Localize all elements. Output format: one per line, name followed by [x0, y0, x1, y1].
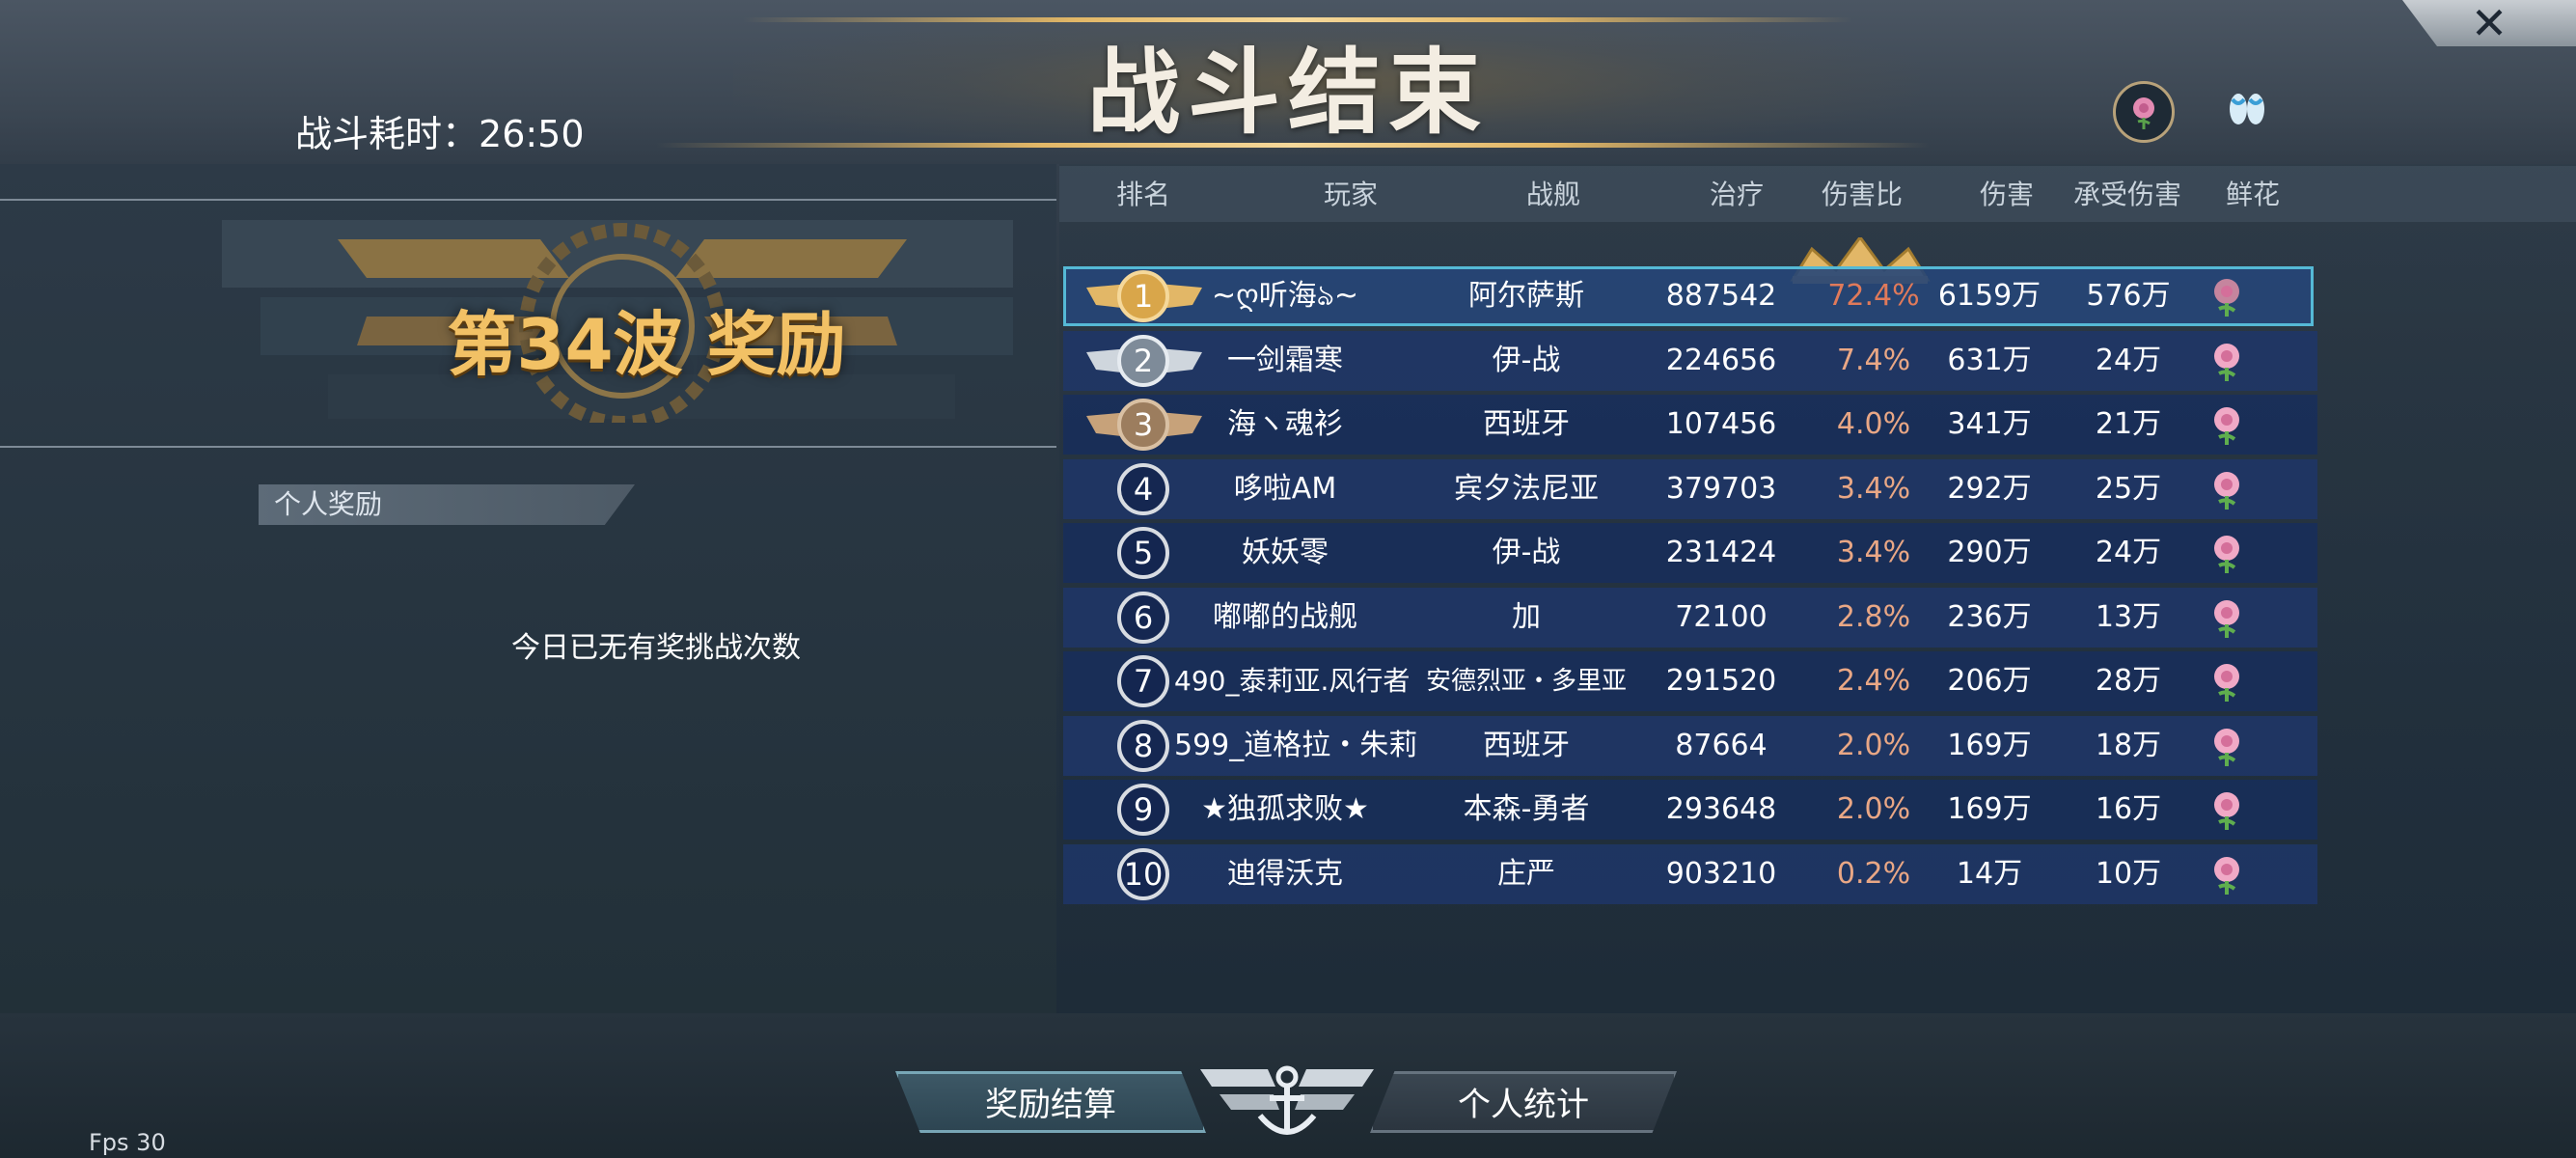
cell-player: 妖妖零	[1242, 536, 1329, 569]
rank-badge: 2	[1117, 334, 1169, 387]
table-row[interactable]: 2 一剑霜寒 伊-战 224656 7.4% 631万 24万	[1063, 330, 2317, 391]
table-row[interactable]: 1 ~ღ听海ঌ~ 阿尔萨斯 887542 72.4% 6159万 576万	[1063, 266, 2317, 326]
header-heal: 治疗	[1709, 179, 1764, 210]
cell-player: 490_泰莉亚.风行者	[1174, 665, 1411, 697]
tab-personal-reward[interactable]: 个人奖励	[259, 484, 635, 525]
table-row[interactable]: 5 妖妖零 伊-战 231424 3.4% 290万 24万	[1063, 523, 2317, 583]
reward-settle-button[interactable]: 奖励结算	[895, 1071, 1206, 1133]
anchor-emblem-icon	[1200, 1065, 1374, 1135]
rose-flower-icon[interactable]	[2205, 274, 2249, 318]
battle-time: 战斗耗时：26:50	[295, 104, 585, 157]
divider-top	[0, 199, 1056, 201]
wave-reward-title: 第34波 奖励	[447, 304, 846, 385]
table-row[interactable]: 10 迪得沃克 庄严 903210 0.2% 14万 10万	[1063, 843, 2317, 904]
cell-player: 599_道格拉・朱莉	[1174, 728, 1418, 762]
cell-taken: 21万	[2095, 407, 2162, 441]
close-icon: ✕	[2470, 0, 2508, 49]
cell-ship: 安德烈亚・多里亚	[1425, 667, 1627, 696]
rose-flower-icon[interactable]	[2205, 467, 2249, 511]
fps-counter: Fps 30	[89, 1129, 166, 1156]
rank-badge: 1	[1117, 270, 1169, 322]
cell-ship: 西班牙	[1483, 728, 1570, 762]
rose-flower-icon[interactable]	[2205, 402, 2249, 447]
cell-player: 一剑霜寒	[1227, 343, 1343, 377]
rose-flower-icon[interactable]	[2205, 724, 2249, 768]
rank-badge: 9	[1117, 784, 1169, 836]
table-row[interactable]: 9 ★独孤求败★ 本森-勇者 293648 2.0% 169万 16万	[1063, 780, 2317, 840]
cell-taken: 28万	[2095, 664, 2162, 698]
rank-badge: 6	[1117, 591, 1169, 644]
no-reward-message: 今日已无有奖挑战次数	[511, 631, 801, 665]
rose-flower-icon[interactable]	[2205, 339, 2249, 383]
header-damage: 伤害	[1979, 179, 2034, 210]
cell-ship: 庄严	[1497, 856, 1555, 891]
cell-ship: 西班牙	[1483, 407, 1570, 441]
rank-badge: 7	[1117, 655, 1169, 707]
table-row[interactable]: 4 哆啦AM 宾夕法尼亚 379703 3.4% 292万 25万	[1063, 458, 2317, 519]
battle-time-value: 26:50	[479, 113, 585, 155]
cell-ship: 伊-战	[1492, 536, 1561, 569]
battle-time-label: 战斗耗时：	[295, 113, 480, 155]
rank-badge: 4	[1117, 462, 1169, 515]
cell-taken: 24万	[2095, 536, 2162, 569]
cell-taken: 18万	[2095, 728, 2162, 762]
cell-ship: 本森-勇者	[1463, 792, 1590, 826]
divider-middle	[0, 446, 1056, 448]
cell-taken: 24万	[2095, 343, 2162, 377]
cell-taken: 10万	[2095, 856, 2162, 891]
rank-badge: 10	[1117, 847, 1169, 900]
flower-icon[interactable]	[2113, 81, 2175, 143]
table-row[interactable]: 3 海ヽ魂衫 西班牙 107456 4.0% 341万 21万	[1063, 395, 2317, 455]
header-damage-taken: 承受伤害	[2072, 179, 2181, 210]
rose-flower-icon[interactable]	[2205, 787, 2249, 832]
personal-stats-button[interactable]: 个人统计	[1370, 1071, 1677, 1133]
cell-ship: 加	[1512, 599, 1541, 634]
table-row[interactable]: 6 嘟嘟的战舰加 72100 2.8% 236万 13万	[1063, 587, 2317, 648]
rose-flower-icon[interactable]	[2205, 595, 2249, 640]
cell-taken: 25万	[2095, 471, 2162, 506]
cell-ship: 伊-战	[1492, 343, 1561, 377]
cell-player: 海ヽ魂衫	[1227, 407, 1343, 441]
cell-ship: 宾夕法尼亚	[1454, 471, 1599, 506]
cell-taken: 576万	[2086, 279, 2171, 313]
cell-taken: 16万	[2095, 792, 2162, 826]
cell-taken: 13万	[2095, 599, 2162, 634]
cell-player: 嘟嘟的战舰	[1213, 599, 1357, 634]
header-flowers: 鲜花	[2225, 179, 2280, 210]
header-rank: 排名	[1115, 179, 1170, 210]
rose-flower-icon[interactable]	[2205, 531, 2249, 575]
rank-badge: 3	[1117, 399, 1169, 451]
rose-flower-icon[interactable]	[2205, 659, 2249, 703]
header-player: 玩家	[1323, 179, 1378, 210]
page-title: 战斗结束	[1087, 39, 1489, 147]
cell-player: ★独孤求败★	[1201, 792, 1369, 826]
cell-player: ~ღ听海ঌ~	[1212, 279, 1358, 313]
slippers-icon[interactable]	[2219, 81, 2275, 137]
cell-ship: 阿尔萨斯	[1468, 279, 1584, 313]
cell-player: 迪得沃克	[1227, 856, 1343, 891]
rank-badge: 5	[1117, 527, 1169, 579]
table-row[interactable]: 7 490_泰莉亚.风行者 安德烈亚・多里亚 291520 2.4% 206万 28万	[1063, 651, 2317, 711]
rank-badge: 8	[1117, 719, 1169, 772]
table-row[interactable]: 8 599_道格拉・朱莉 西班牙 87664 2.0% 169万 18万	[1063, 715, 2317, 776]
header-ship: 战舰	[1525, 179, 1580, 210]
header-damage-ratio: 伤害比	[1821, 179, 1903, 210]
cell-player: 哆啦AM	[1233, 471, 1337, 506]
rose-flower-icon[interactable]	[2205, 852, 2249, 896]
